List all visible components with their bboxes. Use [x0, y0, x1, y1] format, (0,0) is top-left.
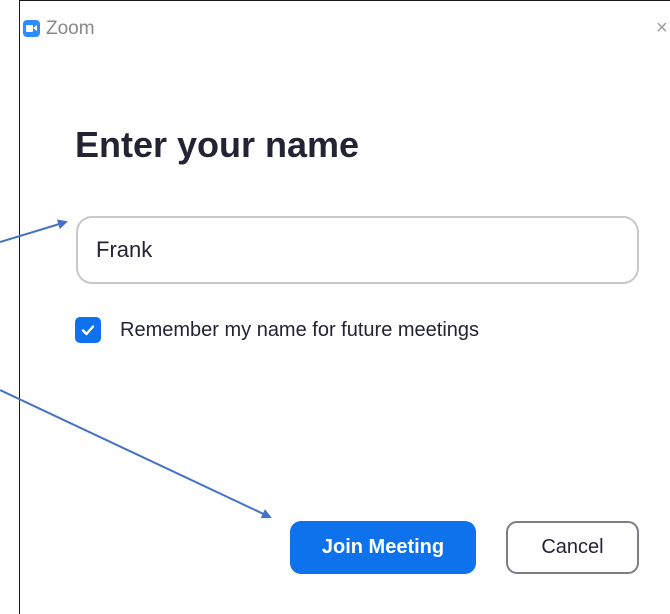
remember-name-label: Remember my name for future meetings — [120, 318, 480, 341]
join-meeting-button[interactable]: Join Meeting — [290, 521, 476, 574]
title-bar: Zoom × — [20, 1, 670, 59]
zoom-dialog-window: Zoom × Enter your name Remember my name … — [19, 0, 670, 614]
close-icon[interactable]: × — [656, 17, 668, 39]
window-title: Zoom — [46, 18, 95, 39]
camera-body — [26, 25, 33, 32]
name-input[interactable] — [76, 216, 639, 284]
camera-lens — [33, 25, 37, 31]
screenshot: Zoom × Enter your name Remember my name … — [0, 0, 670, 614]
page-title: Enter your name — [75, 124, 360, 165]
cancel-button[interactable]: Cancel — [506, 521, 639, 574]
zoom-camera-icon — [23, 20, 40, 37]
remember-name-option[interactable]: Remember my name for future meetings — [75, 316, 479, 344]
checkmark-icon — [81, 325, 95, 336]
remember-name-checkbox[interactable] — [75, 317, 101, 343]
